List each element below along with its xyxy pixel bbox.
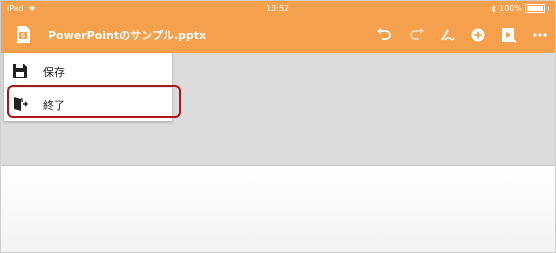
redo-button[interactable] xyxy=(408,26,426,44)
undo-icon xyxy=(377,28,391,40)
battery-percent: 100% xyxy=(499,4,522,13)
slideshow-icon xyxy=(502,28,517,43)
insert-button[interactable] xyxy=(469,26,487,44)
menu-item-label: 終了 xyxy=(43,99,65,112)
app-frame: iPad 13:52 100% S PowerPointのサンプル.pptx 保… xyxy=(0,0,556,253)
notes-area[interactable] xyxy=(1,166,555,252)
clock: 13:52 xyxy=(266,4,290,13)
pen-button[interactable] xyxy=(438,26,456,44)
battery-icon xyxy=(525,4,545,13)
carrier-label: iPad xyxy=(7,4,36,13)
undo-button[interactable] xyxy=(375,26,393,44)
more-icon xyxy=(533,33,547,37)
svg-text:S: S xyxy=(21,34,25,40)
more-button[interactable] xyxy=(531,26,549,44)
battery-tip xyxy=(548,7,549,10)
slideshow-button[interactable] xyxy=(500,26,518,44)
menu-divider xyxy=(4,87,172,88)
pen-icon xyxy=(441,29,455,41)
toolbar: S PowerPointのサンプル.pptx xyxy=(1,17,555,53)
status-bar: iPad 13:52 100% xyxy=(1,1,555,17)
plus-circle-icon xyxy=(471,28,485,42)
document-title: PowerPointのサンプル.pptx xyxy=(48,29,207,42)
file-menu: 保存 終了 xyxy=(4,53,172,121)
exit-icon xyxy=(14,97,28,111)
redo-icon xyxy=(410,28,424,40)
carrier-text: iPad xyxy=(7,4,24,13)
menu-item-exit[interactable]: 終了 xyxy=(4,89,172,119)
bluetooth-icon xyxy=(491,4,496,13)
menu-item-save[interactable]: 保存 xyxy=(4,56,172,86)
battery-indicator: 100% xyxy=(491,4,549,13)
wifi-icon xyxy=(29,6,36,11)
save-icon xyxy=(13,64,27,78)
menu-item-label: 保存 xyxy=(43,66,65,79)
document-menu-icon[interactable]: S xyxy=(16,26,30,44)
